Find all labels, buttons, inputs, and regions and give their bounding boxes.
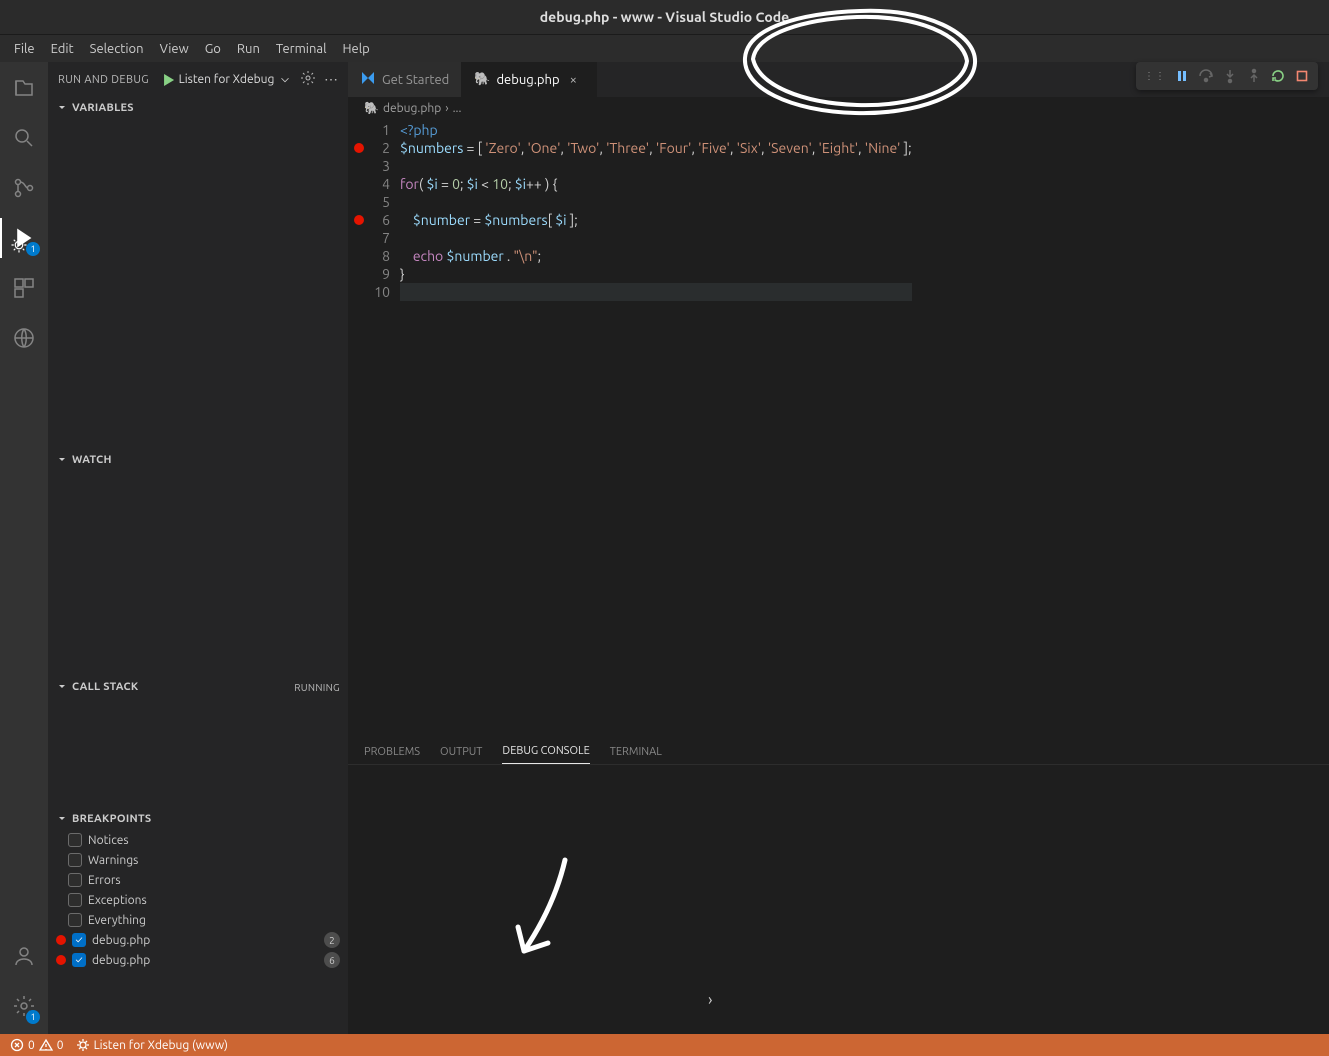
checkbox[interactable]: [68, 893, 82, 907]
bp-file[interactable]: debug.php2: [48, 930, 348, 950]
breakpoint-dot[interactable]: [354, 215, 364, 225]
code-line[interactable]: [400, 157, 912, 175]
bp-category[interactable]: Errors: [48, 870, 348, 890]
step-into-button[interactable]: [1218, 64, 1242, 88]
bp-category[interactable]: Notices: [48, 830, 348, 850]
settings-gear-icon[interactable]: 1: [0, 990, 48, 1022]
bp-file[interactable]: debug.php6: [48, 950, 348, 970]
code-editor[interactable]: 12345678910 <?php$numbers = [ 'Zero', 'O…: [348, 119, 1329, 734]
debug-badge: 1: [26, 242, 40, 256]
menu-view[interactable]: View: [152, 38, 197, 60]
panel-tab-terminal[interactable]: TERMINAL: [610, 746, 662, 764]
section-callstack[interactable]: CALL STACK RUNNING: [48, 676, 348, 698]
php-icon: 🐘: [474, 72, 490, 87]
stop-button[interactable]: [1290, 64, 1314, 88]
sidebar-header: RUN AND DEBUG Listen for Xdebug ⋯: [48, 62, 348, 97]
extensions-icon[interactable]: [0, 272, 48, 304]
code-line[interactable]: $numbers = [ 'Zero', 'One', 'Two', 'Thre…: [400, 139, 912, 157]
breakpoint-dot-icon: [56, 955, 66, 965]
breadcrumb[interactable]: 🐘 debug.php › ...: [348, 97, 1329, 119]
run-debug-sidebar: RUN AND DEBUG Listen for Xdebug ⋯ VARIAB…: [48, 62, 348, 1034]
bp-category[interactable]: Warnings: [48, 850, 348, 870]
search-icon[interactable]: [0, 122, 48, 154]
section-variables[interactable]: VARIABLES: [48, 97, 348, 119]
bp-line-badge: 6: [324, 952, 340, 968]
menu-file[interactable]: File: [6, 38, 43, 60]
callstack-status: RUNNING: [294, 682, 340, 693]
code-line[interactable]: [400, 229, 912, 247]
bp-category[interactable]: Everything: [48, 910, 348, 930]
code-line[interactable]: <?php: [400, 121, 912, 139]
checkbox[interactable]: [68, 913, 82, 927]
menubar: FileEditSelectionViewGoRunTerminalHelp: [0, 34, 1329, 62]
code-line[interactable]: }: [400, 265, 912, 283]
menu-go[interactable]: Go: [197, 38, 229, 60]
checkbox[interactable]: [72, 953, 86, 967]
editor-area: ⋮⋮ Get Started🐘debug.php× 🐘 debug.php › …: [348, 62, 1329, 1034]
menu-selection[interactable]: Selection: [82, 38, 152, 60]
restart-button[interactable]: [1266, 64, 1290, 88]
debug-config-select[interactable]: Listen for Xdebug: [156, 71, 298, 89]
window-titlebar: debug.php - www - Visual Studio Code: [0, 0, 1329, 34]
source-control-icon[interactable]: [0, 172, 48, 204]
section-breakpoints[interactable]: BREAKPOINTS: [48, 808, 348, 830]
drag-handle-icon[interactable]: ⋮⋮: [1144, 70, 1166, 82]
panel-tab-debug-console[interactable]: DEBUG CONSOLE: [502, 745, 589, 764]
menu-terminal[interactable]: Terminal: [268, 38, 335, 60]
close-icon[interactable]: ×: [570, 73, 584, 87]
php-icon: 🐘: [364, 101, 379, 115]
code-line[interactable]: [400, 283, 912, 301]
menu-edit[interactable]: Edit: [43, 38, 82, 60]
settings-icon[interactable]: [300, 70, 316, 89]
tab-get-started[interactable]: Get Started: [348, 62, 462, 97]
run-debug-icon[interactable]: 1: [0, 222, 48, 254]
debug-toolbar[interactable]: ⋮⋮: [1136, 62, 1318, 90]
status-errors[interactable]: 0 0: [10, 1038, 64, 1052]
debug-console-prompt-icon[interactable]: ›: [708, 991, 713, 1009]
checkbox[interactable]: [68, 833, 82, 847]
checkbox[interactable]: [72, 933, 86, 947]
sidebar-title: RUN AND DEBUG: [58, 74, 149, 86]
code-line[interactable]: $number = $numbers[ $i ];: [400, 211, 912, 229]
code-line[interactable]: for( $i = 0; $i < 10; $i++ ) {: [400, 175, 912, 193]
pause-button[interactable]: [1170, 64, 1194, 88]
menu-run[interactable]: Run: [229, 38, 268, 60]
breakpoint-dot-icon: [56, 935, 66, 945]
checkbox[interactable]: [68, 873, 82, 887]
step-out-button[interactable]: [1242, 64, 1266, 88]
bp-category[interactable]: Exceptions: [48, 890, 348, 910]
accounts-icon[interactable]: [0, 940, 48, 972]
bottom-panel: PROBLEMS OUTPUT DEBUG CONSOLE TERMINAL: [348, 734, 1329, 1034]
explorer-icon[interactable]: [0, 72, 48, 104]
panel-tabs: PROBLEMS OUTPUT DEBUG CONSOLE TERMINAL: [348, 735, 1329, 765]
more-icon[interactable]: ⋯: [324, 71, 338, 88]
activity-bar: 1 1: [0, 62, 48, 1034]
bp-line-badge: 2: [324, 932, 340, 948]
tab-debug.php[interactable]: 🐘debug.php×: [462, 62, 596, 97]
panel-tab-output[interactable]: OUTPUT: [440, 746, 482, 764]
window-title: debug.php - www - Visual Studio Code: [540, 9, 790, 25]
code-line[interactable]: [400, 193, 912, 211]
remote-icon[interactable]: [0, 322, 48, 354]
status-debug[interactable]: Listen for Xdebug (www): [76, 1038, 228, 1052]
vscode-icon: [360, 70, 376, 89]
breakpoint-dot[interactable]: [354, 143, 364, 153]
section-watch[interactable]: WATCH: [48, 449, 348, 471]
status-bar: 0 0 Listen for Xdebug (www): [0, 1034, 1329, 1056]
step-over-button[interactable]: [1194, 64, 1218, 88]
panel-tab-problems[interactable]: PROBLEMS: [364, 746, 420, 764]
checkbox[interactable]: [68, 853, 82, 867]
menu-help[interactable]: Help: [334, 38, 377, 60]
code-line[interactable]: echo $number . "\n";: [400, 247, 912, 265]
settings-badge: 1: [26, 1010, 40, 1024]
